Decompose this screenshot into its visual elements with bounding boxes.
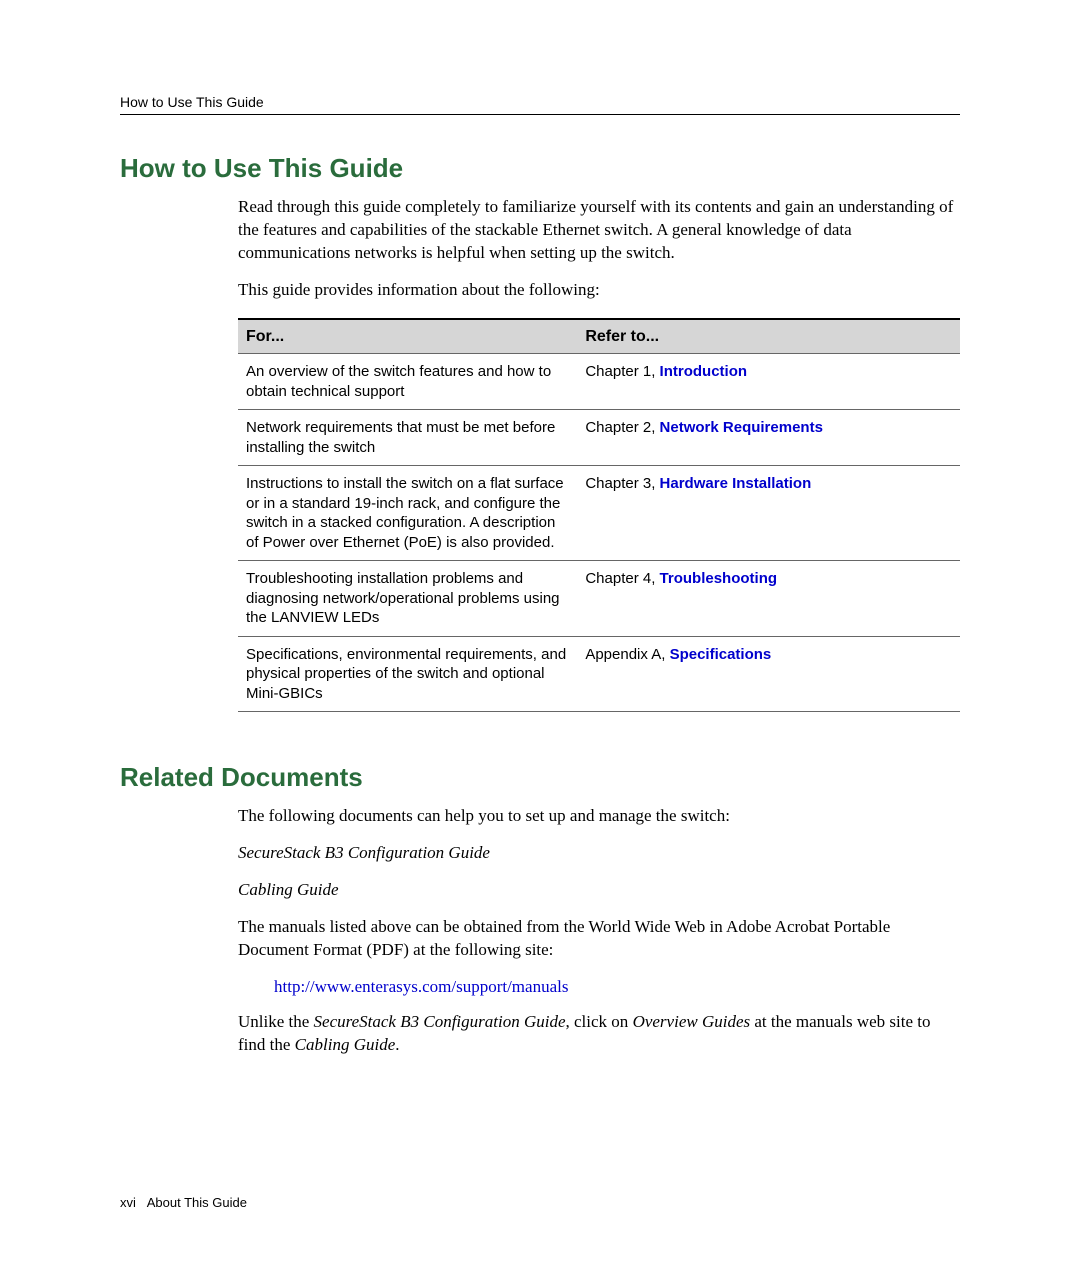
para3-text: , click on [566, 1012, 633, 1031]
table-header-for: For... [238, 319, 577, 354]
table-row: An overview of the switch features and h… [238, 354, 960, 410]
refer-prefix: Chapter 1, [585, 363, 659, 380]
section1-para2: This guide provides information about th… [238, 279, 960, 302]
refer-link-network-requirements[interactable]: Network Requirements [660, 419, 823, 436]
refer-link-troubleshooting[interactable]: Troubleshooting [660, 570, 778, 587]
table-row: Network requirements that must be met be… [238, 410, 960, 466]
page-footer: xvi About This Guide [120, 1195, 247, 1210]
refer-link-specifications[interactable]: Specifications [670, 646, 772, 663]
para3-cabling-guide: Cabling Guide [295, 1035, 396, 1054]
refer-cell: Chapter 2, Network Requirements [577, 410, 960, 466]
para3-text: Unlike the [238, 1012, 314, 1031]
section2-body: The following documents can help you to … [238, 805, 960, 1057]
table-row: Instructions to install the switch on a … [238, 466, 960, 561]
refer-prefix: Chapter 4, [585, 570, 659, 587]
table-row: Troubleshooting installation problems an… [238, 561, 960, 637]
refer-cell: Chapter 3, Hardware Installation [577, 466, 960, 561]
refer-prefix: Appendix A, [585, 646, 669, 663]
page-number: xvi [120, 1195, 136, 1210]
footer-label: About This Guide [147, 1195, 247, 1210]
table-row: Specifications, environmental requiremen… [238, 636, 960, 712]
refer-prefix: Chapter 2, [585, 419, 659, 436]
table-header-refer: Refer to... [577, 319, 960, 354]
para3-overview-guides: Overview Guides [633, 1012, 751, 1031]
running-header: How to Use This Guide [120, 94, 960, 115]
related-doc-2: Cabling Guide [238, 879, 960, 902]
for-cell: Instructions to install the switch on a … [238, 466, 577, 561]
section2-para3: Unlike the SecureStack B3 Configuration … [238, 1011, 960, 1057]
manuals-url-link[interactable]: http://www.enterasys.com/support/manuals [274, 976, 960, 999]
for-cell: Troubleshooting installation problems an… [238, 561, 577, 637]
para3-doc1: SecureStack B3 Configuration Guide [314, 1012, 566, 1031]
refer-cell: Chapter 1, Introduction [577, 354, 960, 410]
refer-link-introduction[interactable]: Introduction [660, 363, 747, 380]
para3-text: . [395, 1035, 399, 1054]
section2-para2: The manuals listed above can be obtained… [238, 916, 960, 962]
for-cell: Network requirements that must be met be… [238, 410, 577, 466]
reference-table: For... Refer to... An overview of the sw… [238, 318, 960, 713]
section-heading-how-to-use: How to Use This Guide [120, 153, 960, 184]
section1-para1: Read through this guide completely to fa… [238, 196, 960, 265]
refer-cell: Chapter 4, Troubleshooting [577, 561, 960, 637]
document-page: How to Use This Guide How to Use This Gu… [0, 0, 1080, 1270]
related-doc-1: SecureStack B3 Configuration Guide [238, 842, 960, 865]
refer-link-hardware-installation[interactable]: Hardware Installation [660, 475, 812, 492]
section2-para1: The following documents can help you to … [238, 805, 960, 828]
for-cell: An overview of the switch features and h… [238, 354, 577, 410]
section1-body: Read through this guide completely to fa… [238, 196, 960, 712]
section-heading-related-documents: Related Documents [120, 762, 960, 793]
for-cell: Specifications, environmental requiremen… [238, 636, 577, 712]
refer-cell: Appendix A, Specifications [577, 636, 960, 712]
refer-prefix: Chapter 3, [585, 475, 659, 492]
